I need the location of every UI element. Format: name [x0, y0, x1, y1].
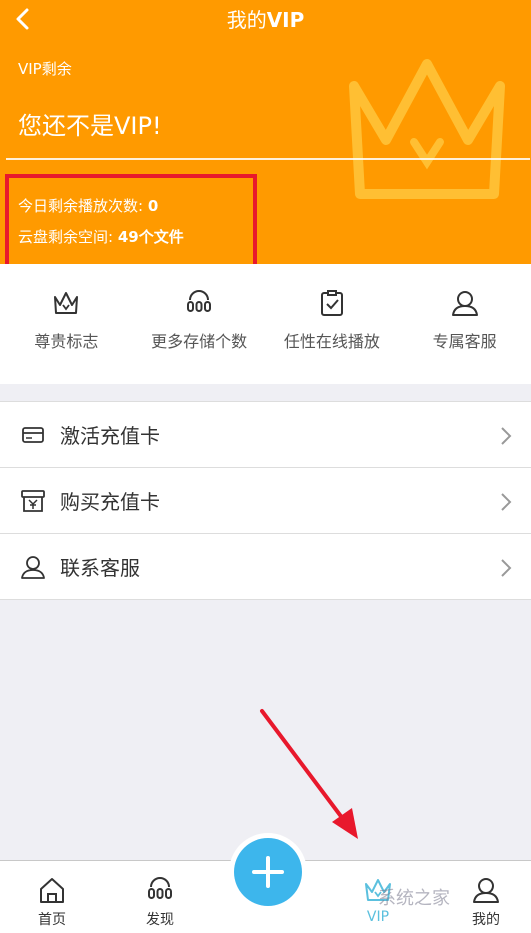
tab-discover[interactable]: 发现 — [120, 861, 200, 933]
menu-item-label: 联系客服 — [60, 556, 140, 580]
vip-status-text: 您还不是VIP! — [18, 112, 162, 140]
user-icon — [451, 291, 478, 316]
page-title: 我的VIP — [0, 6, 531, 34]
yuan-card-icon — [21, 490, 45, 512]
tab-label: 我的 — [472, 912, 500, 928]
benefit-label: 尊贵标志 — [34, 332, 99, 351]
chevron-right-icon — [501, 427, 512, 445]
add-button-circle — [234, 838, 302, 906]
tab-home[interactable]: 首页 — [12, 861, 92, 933]
benefit-label: 更多存储个数 — [151, 332, 248, 351]
chevron-right-icon — [501, 493, 512, 511]
crown-icon — [54, 292, 79, 314]
benefit-label: 任性在线播放 — [283, 332, 380, 351]
tab-mine[interactable]: 我的 — [446, 861, 526, 933]
benefit-storage[interactable]: 更多存储个数 — [133, 264, 266, 384]
discover-icon — [148, 877, 172, 899]
annotation-highlight-box — [5, 174, 257, 276]
plus-icon — [252, 856, 284, 888]
title-prefix: 我的 — [226, 8, 267, 32]
menu-item-label: 激活充值卡 — [60, 424, 160, 448]
menu-item-label: 购买充值卡 — [60, 490, 160, 514]
menu-item-contact-support[interactable]: 联系客服 — [0, 534, 531, 600]
user-icon — [473, 878, 499, 903]
benefits-row: 尊贵标志 更多存储个数 任性在线播放 专属客服 — [0, 264, 531, 384]
tab-label: VIP — [366, 909, 390, 925]
chevron-right-icon — [501, 559, 512, 577]
user-icon — [21, 556, 45, 579]
site-watermark: 系统之家 — [378, 888, 450, 909]
benefit-online-play[interactable]: 任性在线播放 — [266, 264, 399, 384]
home-icon — [40, 878, 64, 903]
crown-watermark-icon — [349, 59, 505, 199]
card-icon — [22, 427, 44, 443]
clipboard-check-icon — [320, 290, 343, 316]
benefit-crown[interactable]: 尊贵标志 — [0, 264, 133, 384]
add-button[interactable] — [229, 833, 307, 911]
benefit-label: 专属客服 — [432, 332, 497, 351]
benefit-support[interactable]: 专属客服 — [398, 264, 531, 384]
storage-icon — [187, 290, 212, 312]
header-divider — [6, 158, 530, 160]
menu-item-activate-card[interactable]: 激活充值卡 — [0, 402, 531, 468]
tab-label: 发现 — [146, 912, 174, 928]
menu-item-buy-card[interactable]: 购买充值卡 — [0, 468, 531, 534]
tab-label: 首页 — [38, 912, 66, 928]
vip-remaining-label: VIP剩余 — [18, 60, 72, 78]
menu-list: 激活充值卡 购买充值卡 联系客服 — [0, 401, 531, 600]
title-suffix: VIP — [266, 8, 305, 32]
